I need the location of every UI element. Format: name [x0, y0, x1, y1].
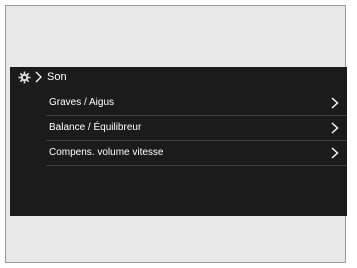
- header-bar: Son: [10, 67, 347, 88]
- chevron-right-icon: [331, 122, 339, 134]
- menu-item-compens-volume-vitesse[interactable]: Compens. volume vitesse: [46, 141, 347, 166]
- menu-item-label: Graves / Aigus: [49, 97, 115, 108]
- menu-item-label: Compens. volume vitesse: [49, 147, 164, 158]
- menu-item-balance-equilibreur[interactable]: Balance / Équilibreur: [46, 116, 347, 141]
- menu-item-graves-aigus[interactable]: Graves / Aigus: [46, 91, 347, 116]
- chevron-right-icon: [35, 71, 42, 83]
- settings-screen: Son Graves / Aigus Balance / Équilibreur…: [10, 67, 347, 216]
- page-title: Son: [47, 71, 67, 83]
- menu-item-label: Balance / Équilibreur: [49, 122, 142, 133]
- gear-icon[interactable]: [18, 71, 31, 84]
- chevron-right-icon: [331, 97, 339, 109]
- chevron-right-icon: [331, 147, 339, 159]
- screenshot-frame: Son Graves / Aigus Balance / Équilibreur…: [5, 5, 347, 263]
- sound-menu: Graves / Aigus Balance / Équilibreur Com…: [46, 91, 347, 166]
